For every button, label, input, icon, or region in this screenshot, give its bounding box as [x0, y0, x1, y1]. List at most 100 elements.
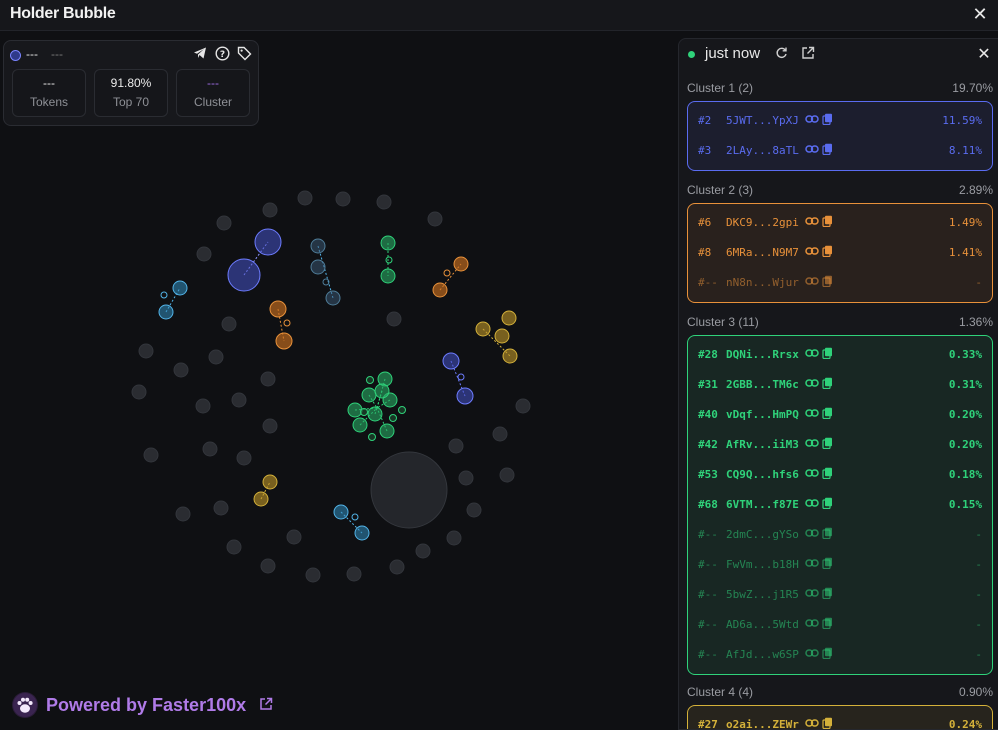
holder-address[interactable]: o2ai...ZEWr	[726, 718, 799, 729]
holder-bubble-cluster-3[interactable]	[368, 433, 376, 441]
holder-bubble-cluster-3[interactable]	[379, 423, 395, 439]
holder-row[interactable]: #31 2GBB...TM6c 0.31%	[688, 370, 992, 400]
holder-bubble-cluster-2[interactable]	[453, 256, 469, 272]
link-icon[interactable]	[805, 437, 819, 452]
holder-row[interactable]: #42 AfRv...iiM3 0.20%	[688, 430, 992, 460]
holder-bubble-cluster-3[interactable]	[385, 256, 393, 264]
external-link-icon[interactable]	[259, 697, 273, 714]
link-icon[interactable]	[805, 113, 819, 128]
refresh-icon[interactable]	[773, 46, 789, 62]
close-icon[interactable]: ✕	[970, 4, 990, 24]
copy-icon[interactable]	[822, 215, 833, 230]
link-icon[interactable]	[805, 497, 819, 512]
holder-bubble[interactable]	[260, 371, 276, 387]
telegram-icon[interactable]	[192, 46, 208, 62]
holder-bubble-large[interactable]	[370, 451, 448, 529]
holder-bubble-cluster-3[interactable]	[360, 408, 368, 416]
holder-address[interactable]: 5bwZ...j1R5	[726, 588, 799, 601]
holder-bubble[interactable]	[196, 246, 212, 262]
holder-row[interactable]: #40 vDqf...HmPQ 0.20%	[688, 400, 992, 430]
holder-address[interactable]: AfRv...iiM3	[726, 438, 799, 451]
holder-bubble-cluster-3[interactable]	[380, 268, 396, 284]
holder-bubble[interactable]	[458, 470, 474, 486]
link-icon[interactable]	[805, 717, 819, 729]
holder-bubble-cluster-4[interactable]	[262, 474, 278, 490]
holder-row[interactable]: #-- 2dmC...gYSo -	[688, 520, 992, 550]
holder-bubble[interactable]	[297, 190, 313, 206]
copy-icon[interactable]	[822, 467, 833, 482]
holder-address[interactable]: 2LAy...8aTL	[726, 144, 799, 157]
holder-address[interactable]: 6VTM...f87E	[726, 498, 799, 511]
holder-address[interactable]: 5JWT...YpXJ	[726, 114, 799, 127]
holder-address[interactable]: AD6a...5Wtd	[726, 618, 799, 631]
holder-bubble[interactable]	[499, 467, 515, 483]
holder-row[interactable]: #6 DKC9...2gpi 1.49%	[688, 208, 992, 238]
holder-bubble[interactable]	[175, 506, 191, 522]
holder-bubble[interactable]	[376, 194, 392, 210]
holder-bubble-cluster-3[interactable]	[374, 383, 390, 399]
holder-bubble[interactable]	[335, 191, 351, 207]
holder-address[interactable]: DKC9...2gpi	[726, 216, 799, 229]
copy-icon[interactable]	[822, 647, 833, 662]
holder-row[interactable]: #8 6MRa...N9M7 1.41%	[688, 238, 992, 268]
holder-bubble[interactable]	[260, 558, 276, 574]
holder-bubble-cluster-1[interactable]	[457, 373, 465, 381]
holder-address[interactable]: nN8n...Wjur	[726, 276, 799, 289]
holder-bubble-cluster-4[interactable]	[494, 328, 510, 344]
holder-address[interactable]: 2GBB...TM6c	[726, 378, 799, 391]
holder-row[interactable]: #2 5JWT...YpXJ 11.59%	[688, 106, 992, 136]
copy-icon[interactable]	[822, 407, 833, 422]
holder-bubble[interactable]	[173, 362, 189, 378]
holder-address[interactable]: DQNi...Rrsx	[726, 348, 799, 361]
bubble-map[interactable]	[0, 31, 676, 728]
holder-bubble-cluster-3[interactable]	[366, 376, 374, 384]
holder-row[interactable]: #-- nN8n...Wjur -	[688, 268, 992, 298]
copy-icon[interactable]	[822, 377, 833, 392]
holder-bubble-cluster-1[interactable]	[254, 228, 282, 256]
holder-bubble[interactable]	[333, 504, 349, 520]
holder-row[interactable]: #68 6VTM...f87E 0.15%	[688, 490, 992, 520]
copy-icon[interactable]	[822, 245, 833, 260]
holder-address[interactable]: AfJd...w6SP	[726, 648, 799, 661]
panel-close-icon[interactable]: ✕	[975, 44, 993, 64]
holder-bubble-cluster-2[interactable]	[443, 269, 451, 277]
holder-bubble[interactable]	[195, 398, 211, 414]
link-icon[interactable]	[805, 215, 819, 230]
link-icon[interactable]	[805, 407, 819, 422]
holder-bubble[interactable]	[325, 290, 341, 306]
holder-bubble[interactable]	[262, 202, 278, 218]
holder-bubble[interactable]	[310, 238, 326, 254]
link-icon[interactable]	[805, 347, 819, 362]
holder-row[interactable]: #27 o2ai...ZEWr 0.24%	[688, 710, 992, 729]
holder-address[interactable]: FwVm...b18H	[726, 558, 799, 571]
holder-bubble[interactable]	[351, 513, 359, 521]
holder-bubble[interactable]	[415, 543, 431, 559]
holder-bubble[interactable]	[448, 438, 464, 454]
holder-bubble[interactable]	[226, 539, 242, 555]
holder-bubble[interactable]	[286, 529, 302, 545]
holder-bubble[interactable]	[310, 259, 326, 275]
holder-bubble[interactable]	[208, 349, 224, 365]
holder-bubble[interactable]	[262, 418, 278, 434]
holder-address[interactable]: CQ9Q...hfs6	[726, 468, 799, 481]
link-icon[interactable]	[805, 245, 819, 260]
holder-bubble[interactable]	[492, 426, 508, 442]
holder-bubble[interactable]	[346, 566, 362, 582]
copy-icon[interactable]	[822, 143, 833, 158]
holder-bubble[interactable]	[389, 559, 405, 575]
holder-bubble-cluster-1[interactable]	[227, 258, 261, 292]
copy-icon[interactable]	[822, 275, 833, 290]
bubble-map-svg[interactable]	[0, 31, 676, 728]
link-icon[interactable]	[805, 467, 819, 482]
link-icon[interactable]	[805, 275, 819, 290]
holder-bubble[interactable]	[131, 384, 147, 400]
copy-icon[interactable]	[822, 717, 833, 729]
holder-bubble[interactable]	[138, 343, 154, 359]
copy-icon[interactable]	[822, 587, 833, 602]
holder-bubble-cluster-4[interactable]	[502, 348, 518, 364]
link-icon[interactable]	[805, 647, 819, 662]
holder-bubble-cluster-3[interactable]	[389, 414, 397, 422]
holder-bubble-cluster-2[interactable]	[432, 282, 448, 298]
holder-bubble[interactable]	[231, 392, 247, 408]
holder-row[interactable]: #28 DQNi...Rrsx 0.33%	[688, 340, 992, 370]
